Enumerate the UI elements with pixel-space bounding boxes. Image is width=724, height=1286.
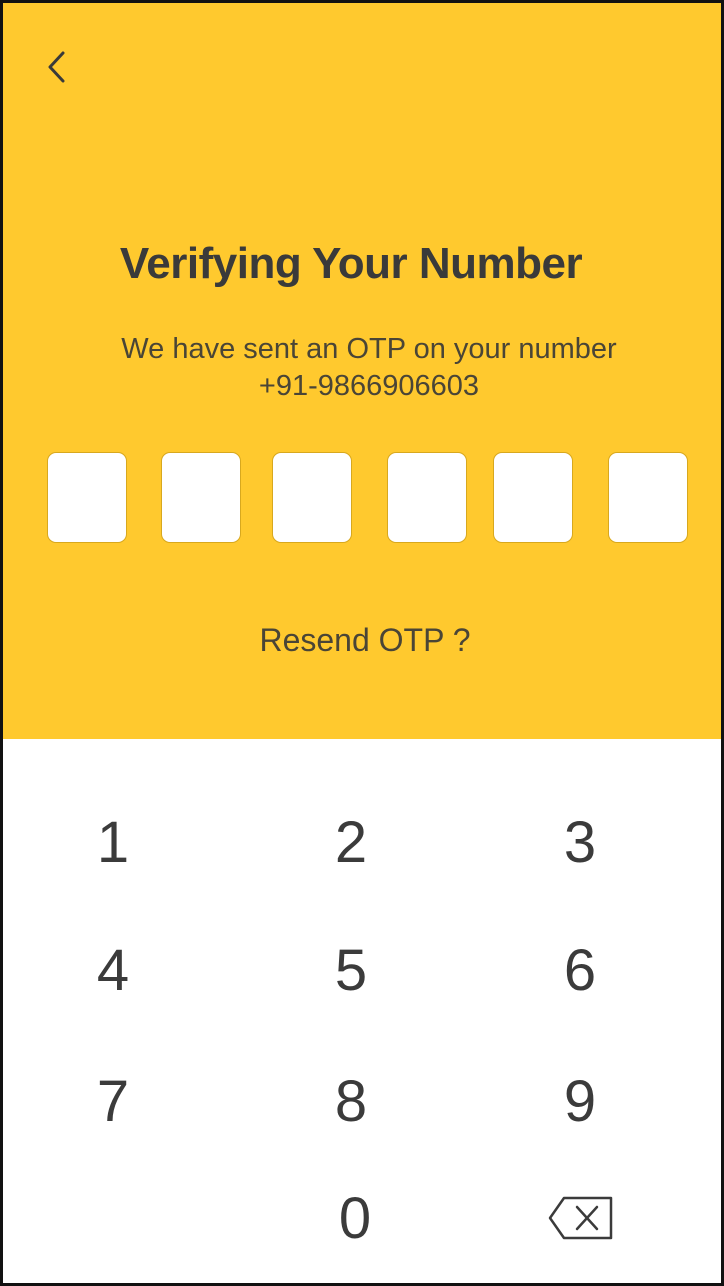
key-9[interactable]: 9 <box>520 1056 640 1146</box>
app-screen: Verifying Your Number We have sent an OT… <box>0 0 724 1286</box>
verification-header: Verifying Your Number We have sent an OT… <box>3 3 721 739</box>
key-8[interactable]: 8 <box>291 1056 411 1146</box>
otp-sent-message: We have sent an OTP on your number +91-9… <box>3 331 721 405</box>
key-4[interactable]: 4 <box>53 925 173 1015</box>
chevron-left-icon <box>48 51 65 83</box>
key-0[interactable]: 0 <box>295 1173 415 1263</box>
key-1[interactable]: 1 <box>53 797 173 887</box>
key-3[interactable]: 3 <box>520 797 640 887</box>
key-7[interactable]: 7 <box>53 1056 173 1146</box>
otp-digit-box-2[interactable] <box>161 452 241 543</box>
otp-sent-text: We have sent an OTP on your number <box>121 333 617 365</box>
backspace-key[interactable] <box>521 1173 641 1263</box>
key-5[interactable]: 5 <box>291 925 411 1015</box>
key-2[interactable]: 2 <box>291 797 411 887</box>
backspace-icon <box>548 1196 613 1240</box>
resend-otp-link[interactable]: Resend OTP ? <box>3 622 721 659</box>
phone-number: +91-9866906603 <box>258 370 480 402</box>
otp-digit-box-5[interactable] <box>493 452 573 543</box>
back-button[interactable] <box>39 45 79 89</box>
numeric-keypad: 1 2 3 4 5 6 7 8 9 0 <box>3 739 721 1283</box>
otp-digit-box-6[interactable] <box>608 452 688 543</box>
otp-digit-box-3[interactable] <box>272 452 352 543</box>
otp-digit-box-1[interactable] <box>47 452 127 543</box>
key-6[interactable]: 6 <box>520 925 640 1015</box>
page-title: Verifying Your Number <box>119 239 583 288</box>
otp-digit-box-4[interactable] <box>387 452 467 543</box>
